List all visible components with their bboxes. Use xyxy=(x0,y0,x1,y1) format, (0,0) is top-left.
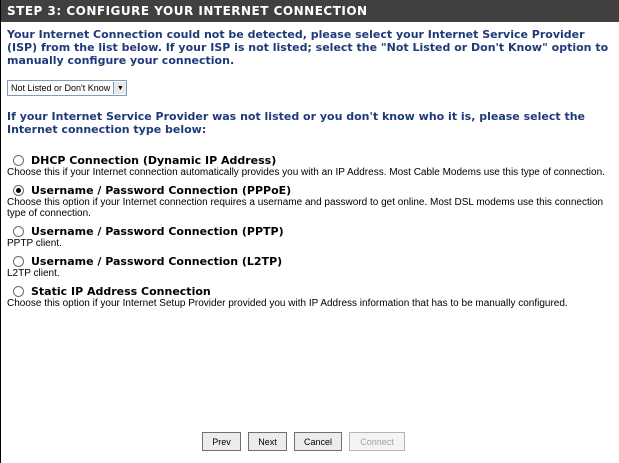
wizard-panel: STEP 3: CONFIGURE YOUR INTERNET CONNECTI… xyxy=(0,0,619,463)
isp-select[interactable]: Not Listed or Don't Know ▼ xyxy=(7,80,128,96)
radio-dhcp[interactable] xyxy=(13,155,24,166)
option-l2tp: Username / Password Connection (L2TP) L2… xyxy=(7,255,612,279)
radio-static[interactable] xyxy=(13,286,24,297)
prev-button[interactable]: Prev xyxy=(202,432,241,451)
option-title: DHCP Connection (Dynamic IP Address) xyxy=(31,154,277,167)
option-title: Username / Password Connection (L2TP) xyxy=(31,255,283,268)
intro-text: Your Internet Connection could not be de… xyxy=(7,28,609,67)
radio-l2tp[interactable] xyxy=(13,256,24,267)
connection-type-heading: If your Internet Service Provider was no… xyxy=(7,110,585,136)
cancel-button[interactable]: Cancel xyxy=(294,432,342,451)
option-desc: Choose this option if your Internet Setu… xyxy=(7,298,568,309)
option-title: Static IP Address Connection xyxy=(31,285,211,298)
option-title: Username / Password Connection (PPTP) xyxy=(31,225,284,238)
next-button[interactable]: Next xyxy=(248,432,287,451)
wizard-buttons: Prev Next Cancel Connect xyxy=(202,432,405,451)
connection-options: DHCP Connection (Dynamic IP Address) Cho… xyxy=(7,154,612,309)
radio-pptp[interactable] xyxy=(13,226,24,237)
option-title: Username / Password Connection (PPPoE) xyxy=(31,184,292,197)
option-desc: Choose this option if your Internet conn… xyxy=(7,197,604,219)
isp-select-value: Not Listed or Don't Know xyxy=(11,83,111,93)
option-dhcp: DHCP Connection (Dynamic IP Address) Cho… xyxy=(7,154,612,178)
connect-button[interactable]: Connect xyxy=(349,432,405,451)
option-pptp: Username / Password Connection (PPTP) PP… xyxy=(7,225,612,249)
option-static: Static IP Address Connection Choose this… xyxy=(7,285,612,309)
wizard-content: Your Internet Connection could not be de… xyxy=(7,28,612,315)
chevron-down-icon[interactable]: ▼ xyxy=(113,82,127,94)
option-desc: L2TP client. xyxy=(7,268,60,279)
option-desc: PPTP client. xyxy=(7,238,62,249)
step-header: STEP 3: CONFIGURE YOUR INTERNET CONNECTI… xyxy=(1,0,619,22)
radio-pppoe[interactable] xyxy=(13,185,24,196)
option-desc: Choose this if your Internet connection … xyxy=(7,167,605,178)
option-pppoe: Username / Password Connection (PPPoE) C… xyxy=(7,184,612,219)
